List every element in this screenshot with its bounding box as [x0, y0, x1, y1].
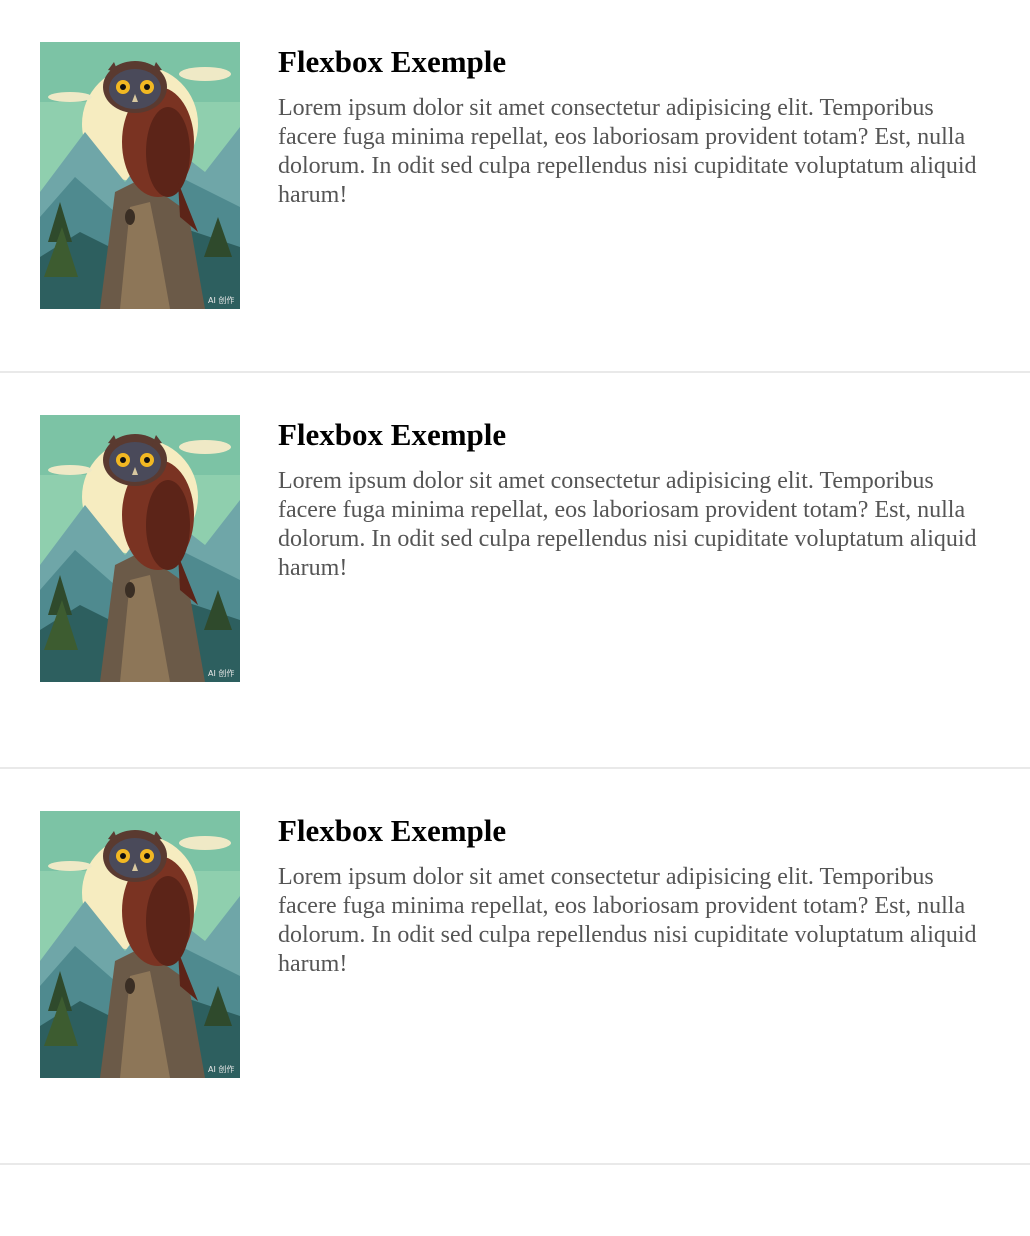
card-text: Lorem ipsum dolor sit amet consectetur a… [278, 468, 977, 581]
watermark: AI 创作 [208, 668, 234, 678]
owl-image: AI 创作 [40, 42, 240, 309]
owl-image: AI 创作 [40, 811, 240, 1078]
card-title: Flexbox Exemple [278, 813, 507, 848]
card-content: Flexbox Exemple Lorem ipsum dolor sit am… [278, 415, 978, 583]
owl-illustration-icon: AI 创作 [40, 415, 240, 682]
card-text: Lorem ipsum dolor sit amet consectetur a… [278, 95, 977, 208]
card-title: Flexbox Exemple [278, 44, 507, 79]
card: AI 创作 Flexbox Exemple Lorem ipsum dolor … [0, 769, 1030, 1165]
owl-illustration-icon: AI 创作 [40, 42, 240, 309]
card-content: Flexbox Exemple Lorem ipsum dolor sit am… [278, 42, 978, 210]
owl-image: AI 创作 [40, 415, 240, 682]
card: AI 创作 Flexbox Exemple Lorem ipsum dolor … [0, 373, 1030, 769]
card: AI 创作 Flexbox Exemple Lorem ipsum dolor … [0, 0, 1030, 373]
card-content: Flexbox Exemple Lorem ipsum dolor sit am… [278, 811, 978, 979]
owl-illustration-icon: AI 创作 [40, 811, 240, 1078]
card-list: AI 创作 Flexbox Exemple Lorem ipsum dolor … [0, 0, 1030, 1165]
card-title: Flexbox Exemple [278, 417, 507, 452]
card-text: Lorem ipsum dolor sit amet consectetur a… [278, 864, 977, 977]
watermark: AI 创作 [208, 295, 234, 305]
watermark: AI 创作 [208, 1064, 234, 1074]
